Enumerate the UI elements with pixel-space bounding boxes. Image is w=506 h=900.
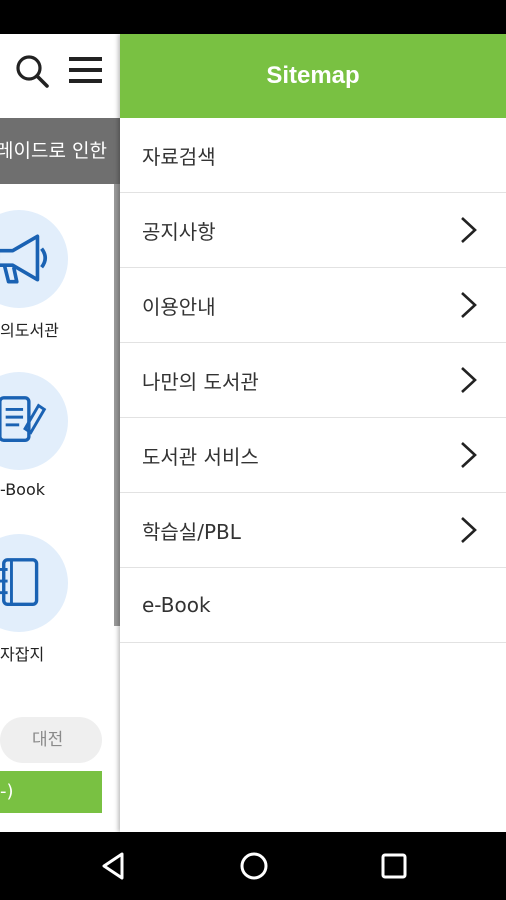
app-header [0, 34, 122, 118]
menu-item-label: 나만의 도서관 [142, 369, 259, 394]
menu-item-my-library[interactable]: 나만의 도서관 [120, 343, 506, 418]
megaphone-icon [0, 234, 48, 284]
chevron-right-icon [461, 217, 477, 243]
menu-item-notices[interactable]: 공지사항 [120, 193, 506, 268]
menu-item-label: 공지사항 [142, 219, 216, 244]
recents-square-icon[interactable] [378, 850, 410, 882]
library-tile-label: 의도서관 [0, 321, 59, 340]
menu-item-guide[interactable]: 이용안내 [120, 268, 506, 343]
home-circle-icon[interactable] [238, 850, 270, 882]
back-triangle-icon[interactable] [98, 850, 130, 882]
status-bar [0, 0, 506, 34]
notice-banner[interactable]: 레이드로 인한 [0, 118, 120, 184]
menu-item-label: 학습실/PBL [142, 519, 241, 544]
chevron-right-icon [461, 292, 477, 318]
magazine-tile-label: 자잡지 [0, 645, 45, 664]
ebook-tablet-icon [0, 396, 47, 443]
notebook-icon [0, 558, 39, 606]
location-pill[interactable]: 대전 [0, 717, 102, 763]
hamburger-menu-icon[interactable] [68, 54, 104, 86]
ebook-icon-tile[interactable] [0, 372, 68, 470]
chevron-right-icon [461, 442, 477, 468]
menu-item-library-services[interactable]: 도서관 서비스 [120, 418, 506, 493]
menu-item-ebook[interactable]: e-Book [120, 568, 506, 643]
menu-item-label: 자료검색 [142, 144, 216, 169]
magazine-icon-tile[interactable] [0, 534, 68, 632]
menu-item-label: 도서관 서비스 [142, 444, 259, 469]
chevron-right-icon [461, 367, 477, 393]
menu-item-label: e-Book [142, 593, 211, 617]
menu-item-label: 이용안내 [142, 294, 216, 319]
ebook-tile-label: -Book [0, 480, 46, 499]
drawer-title: Sitemap [120, 34, 506, 118]
search-icon[interactable] [14, 53, 50, 89]
chevron-right-icon [461, 517, 477, 543]
sitemap-drawer: Sitemap 자료검색 공지사항 이용안내 나만의 도서관 도서관 서비스 학… [120, 34, 506, 832]
green-bar[interactable]: -) [0, 771, 102, 813]
library-icon-tile[interactable] [0, 210, 68, 308]
menu-item-study-room[interactable]: 학습실/PBL [120, 493, 506, 568]
sitemap-menu: 자료검색 공지사항 이용안내 나만의 도서관 도서관 서비스 학습실/PBL e… [120, 118, 506, 643]
menu-item-search[interactable]: 자료검색 [120, 118, 506, 193]
navigation-bar [0, 832, 506, 900]
background-page: 레이드로 인한 의도서관 -Book 자잡지 대전 -) [0, 34, 122, 832]
